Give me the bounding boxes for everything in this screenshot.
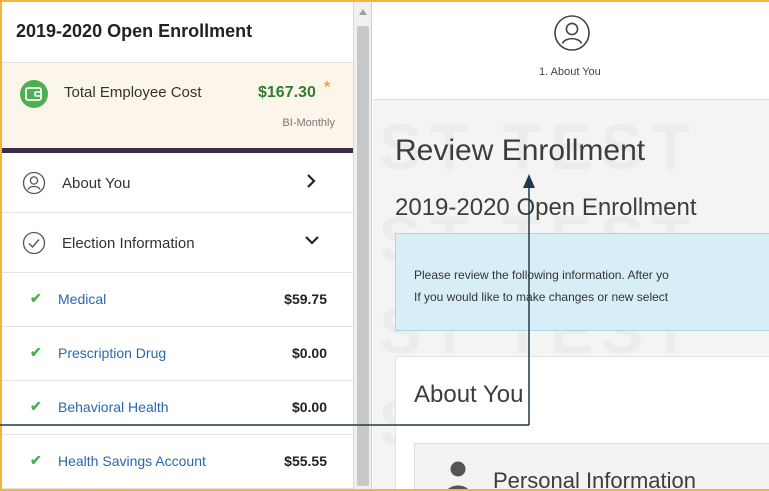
benefit-row-behavioral-health[interactable]: ✔ Behavioral Health $0.00	[2, 381, 353, 435]
benefit-link[interactable]: Behavioral Health	[58, 399, 169, 415]
user-circle-icon	[22, 171, 46, 200]
sidebar-title: 2019-2020 Open Enrollment	[2, 2, 353, 63]
check-circle-icon	[22, 231, 46, 260]
section-title: About You	[414, 381, 524, 408]
main-content: 1. About You ST TEST ST TEST ST TEST ST …	[373, 2, 769, 489]
benefit-link[interactable]: Prescription Drug	[58, 345, 166, 361]
scroll-up-arrow-icon[interactable]	[359, 9, 367, 15]
check-icon: ✔	[30, 290, 42, 306]
benefit-link[interactable]: Health Savings Account	[58, 453, 206, 469]
total-cost-amount: $167.30	[258, 84, 316, 101]
user-circle-icon[interactable]	[553, 14, 591, 57]
sidebar-item-election-information[interactable]: Election Information	[2, 213, 353, 273]
personal-information-label: Personal Information	[493, 468, 696, 489]
sidebar-item-about-you[interactable]: About You	[2, 153, 353, 213]
cost-frequency: BI-Monthly	[282, 117, 335, 129]
step-progress-bar: 1. About You	[373, 2, 769, 100]
chevron-down-icon[interactable]	[304, 233, 320, 252]
person-icon	[443, 460, 473, 489]
info-text-line: If you would like to make changes or new…	[414, 290, 669, 304]
chevron-right-icon[interactable]	[304, 173, 318, 194]
wallet-icon	[20, 80, 48, 108]
benefit-amount: $0.00	[291, 345, 327, 361]
benefit-link[interactable]: Medical	[58, 291, 106, 307]
benefit-row-medical[interactable]: ✔ Medical $59.75	[2, 273, 353, 327]
check-icon: ✔	[30, 452, 42, 468]
info-alert: Please review the following information.…	[395, 233, 769, 331]
check-icon: ✔	[30, 344, 42, 360]
page-subtitle: 2019-2020 Open Enrollment	[395, 194, 697, 221]
scroll-thumb[interactable]	[357, 26, 369, 486]
page-title: Review Enrollment	[395, 134, 646, 167]
cost-asterisk: *	[324, 79, 331, 96]
total-cost-panel: Total Employee Cost $167.30 * BI-Monthly	[2, 63, 353, 153]
sidebar-item-label: About You	[62, 175, 131, 192]
check-icon: ✔	[30, 398, 42, 414]
total-cost-label: Total Employee Cost	[64, 84, 202, 101]
step-label-about-you[interactable]: 1. About You	[539, 66, 601, 78]
benefit-row-health-savings-account[interactable]: ✔ Health Savings Account $55.55	[2, 435, 353, 489]
enrollment-sidebar: 2019-2020 Open Enrollment Total Employee…	[2, 2, 354, 489]
benefit-amount: $0.00	[291, 399, 327, 415]
personal-information-panel[interactable]: Personal Information	[414, 443, 769, 489]
benefit-row-prescription-drug[interactable]: ✔ Prescription Drug $0.00	[2, 327, 353, 381]
benefit-amount: $55.55	[284, 453, 327, 469]
info-text-line: Please review the following information.…	[414, 268, 669, 282]
about-you-card: About You Personal Information	[395, 356, 769, 489]
benefit-amount: $59.75	[284, 291, 327, 307]
sidebar-item-label: Election Information	[62, 235, 195, 252]
sidebar-scrollbar[interactable]	[354, 2, 372, 489]
